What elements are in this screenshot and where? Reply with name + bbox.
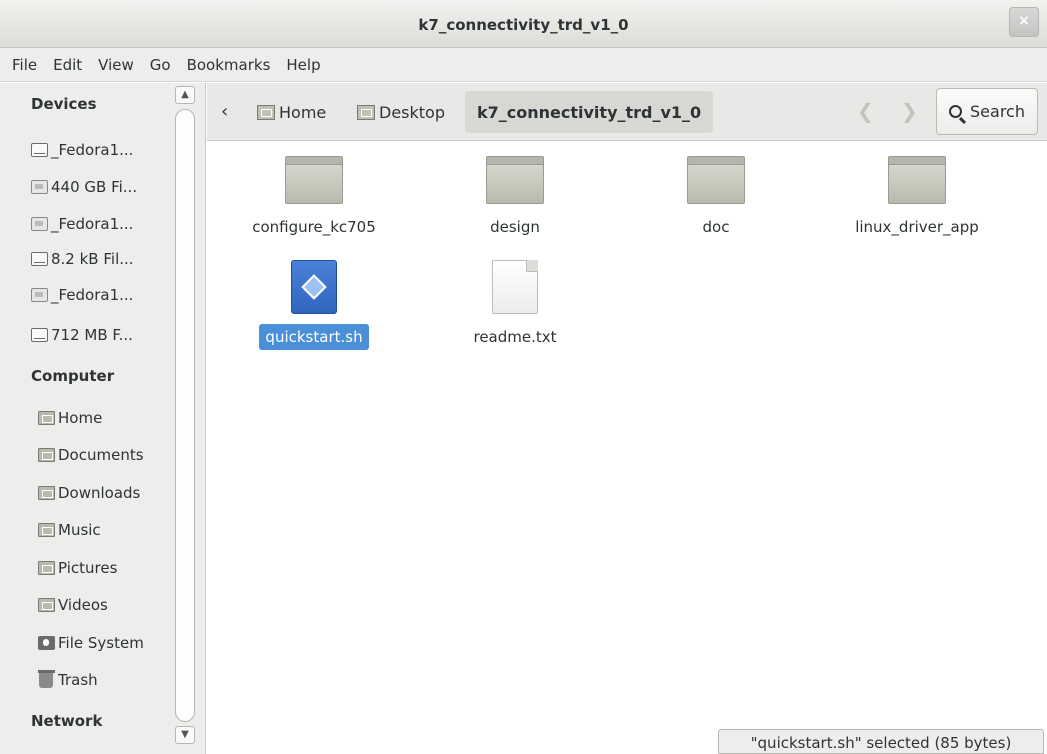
search-label: Search <box>970 102 1025 121</box>
sidebar-heading-devices: Devices <box>31 95 97 113</box>
breadcrumb-desktop[interactable]: Desktop <box>357 97 445 127</box>
home-folder-icon <box>38 411 55 425</box>
sidebar-item-label: Home <box>58 409 103 427</box>
sidebar-item-label: Videos <box>58 596 108 614</box>
sidebar-item-device-5[interactable]: _Fedora1... <box>31 280 166 310</box>
file-item-readme-txt[interactable]: readme.txt <box>435 260 595 346</box>
sidebar-item-label: Pictures <box>58 559 118 577</box>
sidebar-item-device-2[interactable]: 440 GB Fi... <box>31 172 166 202</box>
home-folder-icon <box>257 104 275 120</box>
sidebar-scrollbar[interactable]: ▲ ▼ <box>175 83 197 754</box>
breadcrumb-label: Desktop <box>379 102 445 122</box>
sidebar-item-home[interactable]: Home <box>38 403 173 433</box>
scroll-down-button[interactable]: ▼ <box>175 726 195 744</box>
sidebar-item-label: Music <box>58 521 101 539</box>
sidebar-item-downloads[interactable]: Downloads <box>38 478 173 508</box>
sidebar-item-device-4[interactable]: 8.2 kB Fil... <box>31 244 166 274</box>
sidebar-item-label: 712 MB F... <box>51 326 133 344</box>
trash-icon <box>38 670 55 688</box>
disk-icon <box>31 288 48 302</box>
sidebar-item-documents[interactable]: Documents <box>38 440 173 470</box>
close-button[interactable]: × <box>1009 7 1039 37</box>
file-item-configure_kc705[interactable]: configure_kc705 <box>234 156 394 236</box>
sidebar-item-trash[interactable]: Trash <box>38 665 173 695</box>
sidebar-item-file-system[interactable]: File System <box>38 628 173 658</box>
toolbar: ‹ Home Desktop k7_connectivity_trd_v1_0 … <box>207 83 1047 141</box>
file-name: configure_kc705 <box>252 218 376 236</box>
menu-view[interactable]: View <box>90 56 142 74</box>
title-bar: k7_connectivity_trd_v1_0 × <box>0 0 1047 48</box>
file-name: linux_driver_app <box>855 218 979 236</box>
disk-icon <box>31 180 48 194</box>
file-item-design[interactable]: design <box>435 156 595 236</box>
breadcrumb-home[interactable]: Home <box>257 97 326 127</box>
music-folder-icon <box>38 523 55 537</box>
path-back-icon[interactable]: ‹ <box>221 101 228 122</box>
sidebar-item-device-1[interactable]: _Fedora1... <box>31 135 166 165</box>
menu-go[interactable]: Go <box>142 56 179 74</box>
close-icon: × <box>1018 13 1030 29</box>
sidebar-item-pictures[interactable]: Pictures <box>38 553 173 583</box>
menu-help[interactable]: Help <box>278 56 328 74</box>
folder-icon <box>687 156 745 204</box>
documents-folder-icon <box>38 448 55 462</box>
scrollbar-thumb[interactable] <box>175 109 195 722</box>
file-item-linux_driver_app[interactable]: linux_driver_app <box>837 156 997 236</box>
sidebar-item-label: 8.2 kB Fil... <box>51 250 134 268</box>
sidebar-item-label: Downloads <box>58 484 141 502</box>
sidebar-item-label: File System <box>58 634 144 652</box>
sidebar-item-device-6[interactable]: 712 MB F... <box>31 320 166 350</box>
menu-bar: File Edit View Go Bookmarks Help <box>0 48 1047 82</box>
back-arrow-icon[interactable]: ❮ <box>857 99 874 123</box>
drive-icon <box>31 143 48 157</box>
chevron-down-icon: ▼ <box>181 729 189 740</box>
chevron-up-icon: ▲ <box>181 89 189 100</box>
sidebar-item-music[interactable]: Music <box>38 515 173 545</box>
file-name: doc <box>702 218 730 236</box>
downloads-folder-icon <box>38 486 55 500</box>
forward-arrow-icon[interactable]: ❯ <box>901 99 918 123</box>
window-title: k7_connectivity_trd_v1_0 <box>418 16 629 34</box>
folder-icon <box>888 156 946 204</box>
drive-icon <box>31 328 48 342</box>
sidebar-item-label: 440 GB Fi... <box>51 178 138 196</box>
file-name: design <box>490 218 540 236</box>
sidebar-heading-network: Network <box>31 712 103 730</box>
sidebar-item-label: _Fedora1... <box>51 215 134 233</box>
text-file-icon <box>492 260 538 314</box>
file-item-doc[interactable]: doc <box>636 156 796 236</box>
file-name-selected: quickstart.sh <box>259 324 369 350</box>
desktop-folder-icon <box>357 104 375 120</box>
sidebar-heading-computer: Computer <box>31 367 115 385</box>
disk-icon <box>31 217 48 231</box>
sidebar-item-label: _Fedora1... <box>51 141 134 159</box>
search-button[interactable]: Search <box>936 88 1038 135</box>
file-name: readme.txt <box>473 328 557 346</box>
sidebar: Devices _Fedora1... 440 GB Fi... _Fedora… <box>0 83 206 754</box>
breadcrumb-current[interactable]: k7_connectivity_trd_v1_0 <box>465 91 714 133</box>
drive-icon <box>31 252 48 266</box>
menu-edit[interactable]: Edit <box>45 56 90 74</box>
sidebar-item-label: Trash <box>58 671 98 689</box>
file-item-quickstart-sh[interactable]: quickstart.sh <box>234 260 394 350</box>
scroll-up-button[interactable]: ▲ <box>175 86 195 104</box>
pictures-folder-icon <box>38 561 55 575</box>
sidebar-item-label: Documents <box>58 446 144 464</box>
sidebar-item-videos[interactable]: Videos <box>38 590 173 620</box>
filesystem-icon <box>38 636 55 650</box>
folder-icon <box>486 156 544 204</box>
shell-script-icon <box>291 260 337 314</box>
status-bar: "quickstart.sh" selected (85 bytes) <box>718 729 1044 754</box>
folder-icon <box>285 156 343 204</box>
menu-bookmarks[interactable]: Bookmarks <box>179 56 279 74</box>
breadcrumb-label: Home <box>279 102 327 122</box>
menu-file[interactable]: File <box>4 56 45 74</box>
search-icon <box>949 105 963 118</box>
sidebar-item-label: _Fedora1... <box>51 286 134 304</box>
videos-folder-icon <box>38 598 55 612</box>
sidebar-item-device-3[interactable]: _Fedora1... <box>31 209 166 239</box>
file-view[interactable]: configure_kc705 design doc linux_driver_… <box>207 142 1047 754</box>
